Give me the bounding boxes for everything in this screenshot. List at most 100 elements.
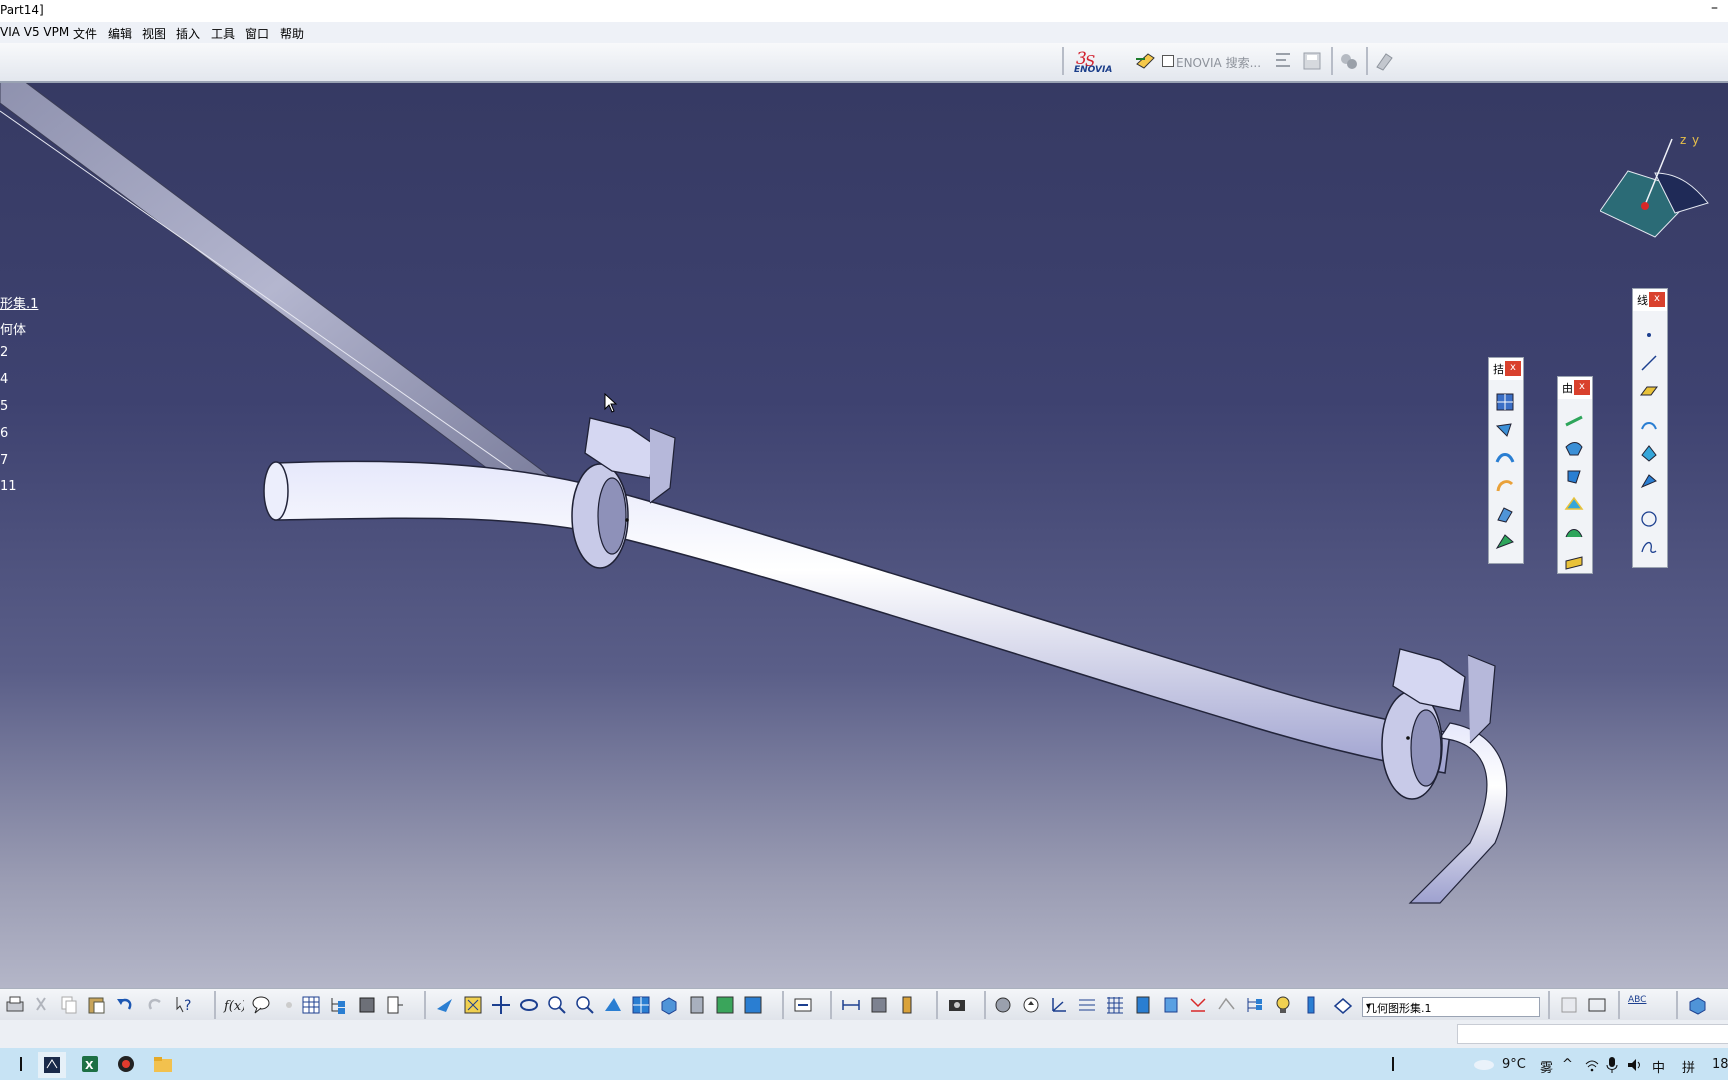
weather-description[interactable]: 雾 <box>1540 1057 1553 1076</box>
volume-icon[interactable] <box>1626 1057 1644 1073</box>
tree-node[interactable]: 何体 <box>0 319 26 338</box>
weather-temperature[interactable]: 9°C <box>1502 1057 1526 1072</box>
comment-icon[interactable] <box>250 994 272 1016</box>
floating-toolbar-2[interactable]: 由 x <box>1557 376 1593 574</box>
menu-enovia[interactable]: VIA V5 VPM <box>0 25 69 39</box>
ime-mode[interactable]: 拼 <box>1682 1057 1695 1076</box>
wifi-icon[interactable] <box>1584 1058 1600 1072</box>
part-geometry[interactable] <box>0 83 1728 988</box>
ime-language[interactable]: 中 <box>1652 1057 1665 1076</box>
fill-surface-icon[interactable] <box>1495 532 1515 552</box>
compass-icon[interactable] <box>1599 133 1710 263</box>
axis-system-icon[interactable] <box>1048 994 1070 1016</box>
enovia-search-label[interactable]: ENOVIA 搜索... <box>1176 54 1261 71</box>
boundary-icon[interactable] <box>1564 495 1584 515</box>
tree-node[interactable]: 5 <box>0 399 8 414</box>
surface-icon[interactable] <box>1132 994 1154 1016</box>
clock[interactable]: 18 <box>1712 1057 1728 1072</box>
iso-view-icon[interactable] <box>658 994 680 1016</box>
close-button[interactable]: x <box>1574 380 1590 395</box>
fly-mode-icon[interactable] <box>434 994 456 1016</box>
menu-view[interactable]: 视图 <box>142 25 166 42</box>
close-button[interactable]: x <box>1649 292 1665 307</box>
menu-file[interactable]: 文件 <box>73 25 97 42</box>
measure-inertia-icon[interactable] <box>896 994 918 1016</box>
redo-icon[interactable] <box>144 994 166 1016</box>
solid-icon[interactable] <box>1160 994 1182 1016</box>
line-icon[interactable] <box>1639 353 1659 373</box>
extrude-icon[interactable] <box>1495 448 1515 468</box>
toolbar-header[interactable]: 线 x <box>1633 289 1667 311</box>
floating-toolbar-1[interactable]: 拮 x <box>1488 357 1524 564</box>
rotate-icon[interactable] <box>518 994 540 1016</box>
join-icon[interactable] <box>1564 411 1584 431</box>
taskbar-app-catia[interactable] <box>38 1052 66 1078</box>
connect-icon[interactable] <box>1338 50 1360 72</box>
file-explorer-icon[interactable] <box>152 1054 174 1074</box>
enovia-navigate-icon[interactable] <box>1134 50 1156 72</box>
toolbar-header[interactable]: 拮 x <box>1489 358 1523 380</box>
whats-this-icon[interactable]: ? <box>174 994 196 1016</box>
bulb-icon[interactable] <box>1272 994 1294 1016</box>
abc-text-icon[interactable]: ABC <box>1628 995 1646 1005</box>
spec-tree-icon[interactable] <box>1244 994 1266 1016</box>
weather-fog-icon[interactable] <box>1472 1056 1496 1072</box>
command-input[interactable] <box>1457 1024 1728 1044</box>
grid-lines-icon[interactable] <box>1076 994 1098 1016</box>
excel-icon[interactable]: X <box>80 1054 100 1074</box>
zoom-out-icon[interactable] <box>574 994 596 1016</box>
catalog-icon[interactable] <box>356 994 378 1016</box>
layer-icon[interactable] <box>1300 994 1322 1016</box>
microphone-icon[interactable] <box>1606 1056 1618 1074</box>
sketch-mode-icon[interactable] <box>1020 994 1042 1016</box>
tree-node-root[interactable]: 形集.1 <box>0 293 38 312</box>
hide-show-icon[interactable] <box>714 994 736 1016</box>
shading-icon[interactable] <box>686 994 708 1016</box>
normal-view-icon[interactable] <box>602 994 624 1016</box>
minimize-button[interactable]: – <box>1711 0 1718 16</box>
shading-mode-icon[interactable] <box>992 994 1014 1016</box>
split-icon[interactable] <box>1564 439 1584 459</box>
chevron-up-icon[interactable]: ^ <box>1562 1057 1573 1072</box>
measure-item-icon[interactable] <box>868 994 890 1016</box>
shape-fillet-icon[interactable] <box>1564 551 1584 571</box>
refresh-link-icon[interactable] <box>1374 50 1396 72</box>
menu-window[interactable]: 窗口 <box>245 25 269 42</box>
trim-icon[interactable] <box>1564 467 1584 487</box>
tree-node[interactable]: 6 <box>0 426 8 441</box>
floating-toolbar-3[interactable]: 线 x <box>1632 288 1668 568</box>
menu-insert[interactable]: 插入 <box>176 25 200 42</box>
grid-surface-icon[interactable] <box>1495 392 1515 412</box>
constraint-icon[interactable] <box>1188 994 1210 1016</box>
3d-viewport[interactable]: 形集.1 何体 2 4 5 6 7 11 z y 拮 x 由 x 线 x <box>0 83 1728 988</box>
menu-help[interactable]: 帮助 <box>280 25 304 42</box>
tree-expand-icon[interactable] <box>328 994 350 1016</box>
close-button[interactable]: x <box>1505 361 1521 376</box>
pan-icon[interactable] <box>490 994 512 1016</box>
apply-material-icon[interactable] <box>1686 994 1708 1016</box>
enovia-search-checkbox[interactable] <box>1162 55 1174 67</box>
tree-node[interactable]: 2 <box>0 345 8 360</box>
menu-edit[interactable]: 编辑 <box>108 25 132 42</box>
paste-icon[interactable] <box>86 994 108 1016</box>
extract-icon[interactable] <box>1564 523 1584 543</box>
point-icon[interactable] <box>1639 325 1659 345</box>
swap-space-icon[interactable] <box>742 994 764 1016</box>
fit-all-icon[interactable] <box>462 994 484 1016</box>
copy-icon[interactable] <box>58 994 80 1016</box>
measure-between-icon[interactable] <box>840 994 862 1016</box>
grid-icon[interactable] <box>1104 994 1126 1016</box>
menu-tools[interactable]: 工具 <box>211 25 235 42</box>
sweep-icon[interactable] <box>1495 420 1515 440</box>
undo-icon[interactable] <box>114 994 136 1016</box>
update-icon[interactable] <box>792 994 814 1016</box>
offset-icon[interactable] <box>1495 504 1515 524</box>
parallel-curve-icon[interactable] <box>1639 471 1659 491</box>
design-table-icon[interactable] <box>384 994 406 1016</box>
knowledge-icon[interactable] <box>278 994 300 1016</box>
spline-icon[interactable] <box>1639 537 1659 557</box>
recorder-icon[interactable] <box>116 1054 136 1074</box>
wireframe-icon[interactable] <box>1216 994 1238 1016</box>
plane-icon[interactable] <box>1639 381 1659 401</box>
main-tube[interactable] <box>274 460 1451 774</box>
